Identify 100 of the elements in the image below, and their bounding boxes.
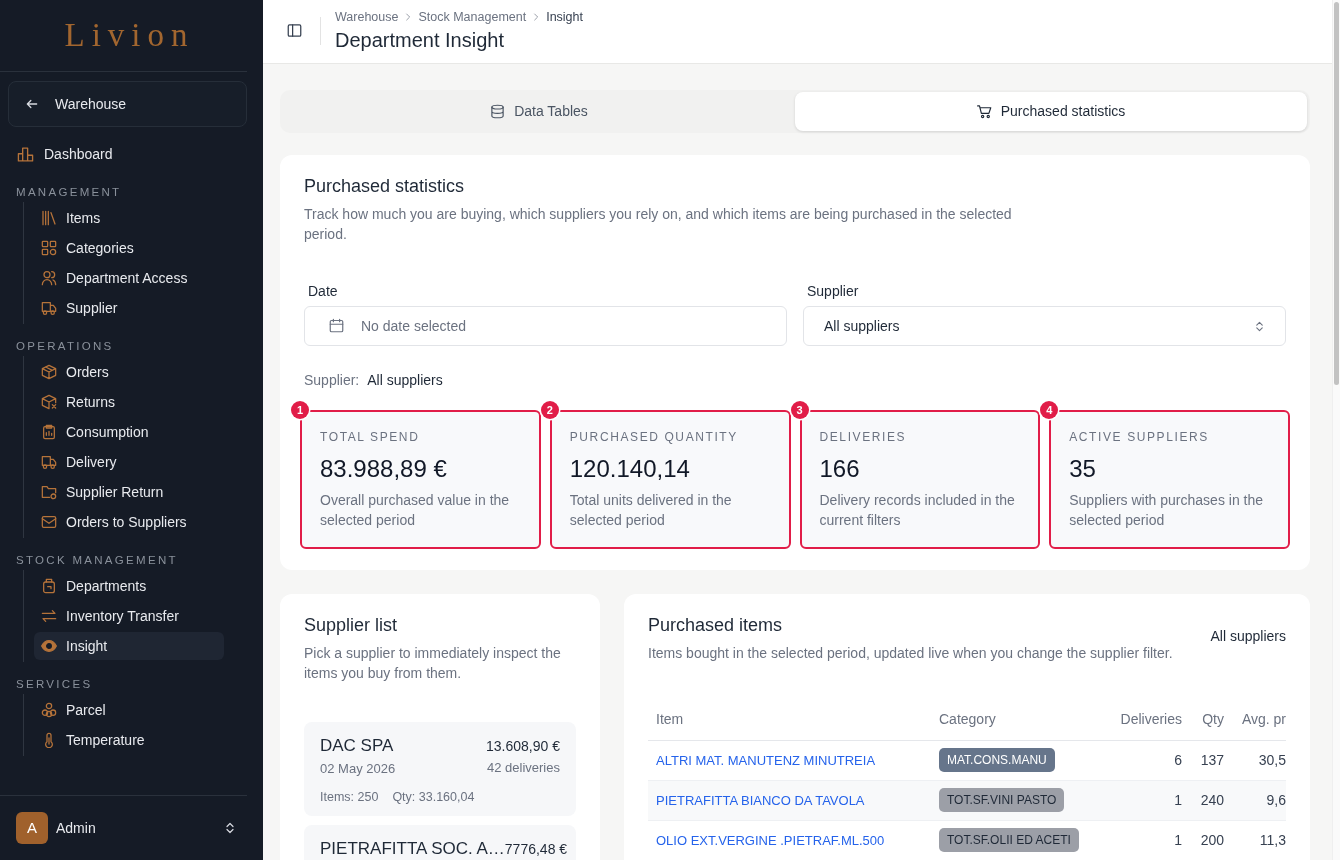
nav-item[interactable]: Orders [34,358,224,386]
table-cell: 1 [1096,780,1186,820]
table-cell: 1 [1096,820,1186,860]
item-link[interactable]: ALTRI MAT. MANUTENZ MINUTREIA [656,752,876,768]
supplier-card[interactable]: PIETRAFITTA SOC. A…7776,48 € [304,825,576,860]
nav-item[interactable]: Dashboard [0,138,220,170]
nav-item[interactable]: Delivery [34,448,224,476]
back-button[interactable]: Warehouse [8,81,247,127]
table-cell: 240 [1186,780,1230,820]
chevron-up-down-icon[interactable] [224,822,236,834]
category-tag: TOT.SF.VINI PASTO [939,788,1065,812]
pile-icon [41,702,57,718]
chevron-up-down-icon [1254,320,1265,332]
swap-arrows-icon [41,608,57,624]
nav-item[interactable]: Supplier [34,294,224,322]
item-link[interactable]: OLIO EXT.VERGINE .PIETRAF.ML.500 [656,832,885,848]
tab[interactable]: Purchased statistics [795,92,1307,131]
table-cell: 137 [1186,740,1230,780]
category-tag: MAT.CONS.MANU [939,748,1055,772]
box-icon [41,394,57,410]
user-name: Admin [56,818,96,838]
nav-item[interactable]: Temperature [34,726,224,754]
scrollbar-thumb[interactable] [1334,2,1339,385]
supplier-total: 7776,48 € [504,840,568,859]
stat-value: 120.140,14 [569,454,691,484]
database-icon [490,104,506,119]
section-heading: STOCK MANAGEMENT [15,553,178,568]
nav-item[interactable]: Returns [34,388,224,416]
page-title: Department Insight [335,27,505,53]
field-label: Date [307,282,339,301]
box-icon [41,364,57,380]
column-header[interactable]: Deliveries [1096,700,1186,740]
tab[interactable]: Data Tables [283,92,795,131]
column-header[interactable]: Item [648,700,931,740]
nav-item[interactable]: Department Access [34,264,224,292]
column-header[interactable]: Qty [1186,700,1230,740]
card-title: Purchased items [648,614,784,636]
cart-icon [976,104,992,119]
stat-label: TOTAL SPEND [320,429,421,445]
nav-item[interactable]: Departments [34,572,224,600]
stat-label: DELIVERIES [819,429,908,445]
users-icon [41,270,57,286]
eye-icon [41,638,57,654]
stat-description: Delivery records included in the current filters [819,491,1016,530]
table-cell: 6 [1096,740,1186,780]
nav-item[interactable]: Orders to Suppliers [34,508,224,536]
supplier-total: 13.608,90 € [486,737,560,756]
calendar-icon [329,318,344,333]
stat-label: ACTIVE SUPPLIERS [1069,429,1210,445]
number-badge: 1 [291,401,309,419]
section-heading: OPERATIONS [15,339,114,354]
number-badge: 4 [1040,401,1059,419]
logo: Livion [63,17,195,54]
section-heading: MANAGEMENT [15,185,122,200]
truck-icon [41,300,57,316]
number-badge: 3 [790,401,809,419]
nav-item[interactable]: Inventory Transfer [34,602,224,630]
supplier-card[interactable]: DAC SPA 02 May 2026 Items: 250 Qty: 33.160,04 13.608,90 € 42 deliveries [304,722,576,816]
stat-value: 83.988,89 € [320,454,448,484]
avatar: A [16,812,48,844]
jar-icon [41,578,57,594]
filter-label: Supplier: [304,371,360,390]
date-field[interactable]: No date selected [304,306,787,346]
filter-value: All suppliers [367,371,443,390]
bar-chart-icon [17,145,34,163]
field-label: Supplier [806,282,860,301]
stat-description: Total units delivered in the selected period [569,491,733,530]
column-header[interactable]: Avg. pr [1230,700,1286,740]
supplier-items-count: Items: 250 [320,789,379,806]
card-title: Purchased statistics [304,175,466,197]
nav-item[interactable]: Insight [34,632,224,660]
nav-item[interactable]: Consumption [34,418,224,446]
stat-value: 35 [1069,454,1097,484]
sidebar-toggle-icon[interactable] [287,23,302,38]
supplier-date: 02 May 2026 [320,760,397,778]
envelope-icon [41,514,57,530]
supplier-select[interactable]: All suppliers [803,306,1286,346]
nav-item[interactable]: Supplier Return [34,478,224,506]
card-title: Supplier list [304,614,399,636]
card-description: Items bought in the selected period, updated live when you change the supplier filter. [648,644,1173,663]
stat-label: PURCHASED QUANTITY [569,429,739,445]
table-cell: 11,3 [1230,820,1286,860]
nav-item[interactable]: Categories [34,234,224,262]
breadcrumb-link[interactable]: Warehouse [335,8,399,25]
table-cell: 30,5 [1230,740,1286,780]
clipboard-icon [41,424,57,440]
table-cell: 9,6 [1230,780,1286,820]
category-tag: TOT.SF.OLII ED ACETI [939,828,1079,852]
breadcrumb-link[interactable]: Stock Management [418,8,527,25]
supplier-quantity: Qty: 33.160,04 [392,789,475,806]
card-description: Pick a supplier to immediately inspect the items you buy from them. [304,644,562,683]
breadcrumb-current: Insight [546,8,583,25]
supplier-name: PIETRAFITTA SOC. A… [320,839,505,859]
card-description: Track how much you are buying, which suppliers you rely on, and which items are being purchased in the selected period. [304,205,1013,244]
nav-item[interactable]: Parcel [34,696,224,724]
table-cell: 200 [1186,820,1230,860]
column-header[interactable]: Category [931,700,1096,740]
nav-item[interactable]: Items [34,204,224,232]
arrow-left-icon [25,97,39,111]
number-badge: 2 [540,401,559,419]
